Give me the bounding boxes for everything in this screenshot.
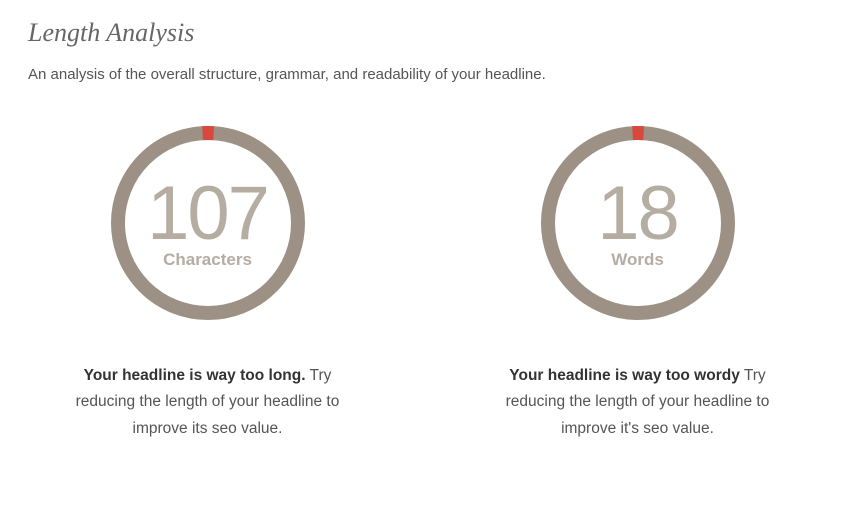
gauge-value-characters: 107 [147, 176, 268, 252]
feedback-bold: Your headline is way too long. [84, 367, 306, 384]
section-subtitle: An analysis of the overall structure, gr… [28, 66, 817, 83]
gauge-words: 18 Words [538, 123, 738, 323]
metric-characters: 107 Characters Your headline is way too … [48, 123, 368, 442]
gauge-center: 18 Words [538, 123, 738, 323]
gauge-label-words: Words [611, 250, 664, 270]
gauge-characters: 107 Characters [108, 123, 308, 323]
gauge-label-characters: Characters [163, 250, 252, 270]
feedback-characters: Your headline is way too long. Try reduc… [58, 363, 358, 442]
section-title: Length Analysis [28, 18, 817, 48]
metric-words: 18 Words Your headline is way too wordy … [478, 123, 798, 442]
feedback-words: Your headline is way too wordy Try reduc… [488, 363, 788, 442]
gauge-center: 107 Characters [108, 123, 308, 323]
feedback-bold: Your headline is way too wordy [509, 367, 740, 384]
gauge-value-words: 18 [597, 176, 678, 252]
metrics-row: 107 Characters Your headline is way too … [28, 123, 817, 442]
